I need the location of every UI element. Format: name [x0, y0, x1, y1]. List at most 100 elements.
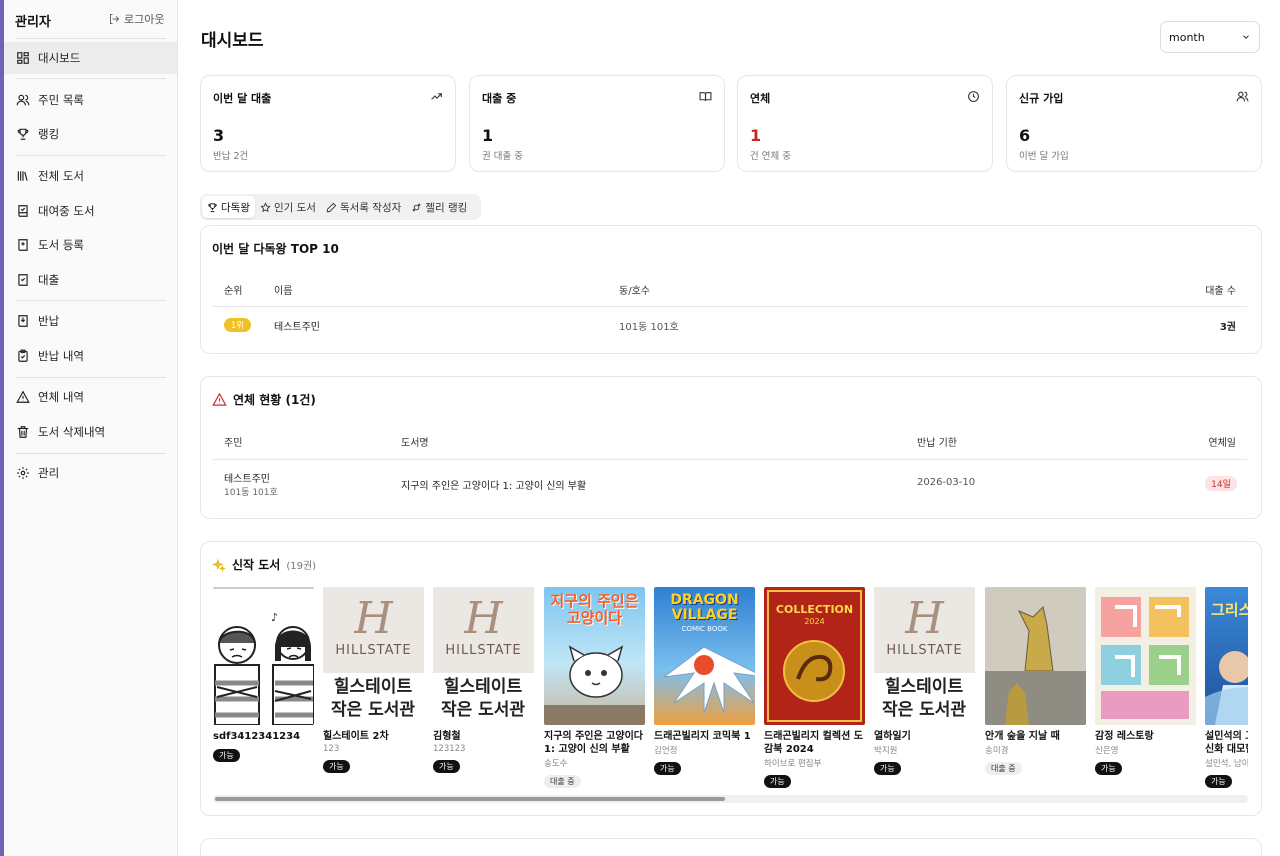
availability-badge: 가능 — [874, 762, 901, 775]
availability-badge: 가능 — [323, 760, 350, 773]
sidebar-item-return[interactable]: 반납 — [4, 305, 177, 337]
sidebar-item-label: 대시보드 — [38, 51, 81, 65]
book-carousel: ♪ sdf3412341234 가능 H HILLSTATE 힐스테이트 작은 도… — [213, 587, 1248, 802]
sidebar-item-label: 주민 목록 — [38, 93, 84, 107]
mythology-illustration — [1205, 651, 1248, 725]
column-header-days: 연체일 — [1208, 438, 1236, 449]
pencil-icon — [326, 202, 337, 212]
sidebar-item-label: 관리 — [38, 466, 60, 480]
stat-card-on-loan: 대출 중 1 권 대출 중 — [469, 75, 725, 172]
column-header-unit: 동/호수 — [619, 286, 650, 297]
book-check-icon — [18, 274, 28, 286]
logout-button[interactable]: 로그아웃 — [108, 11, 164, 27]
book-card[interactable]: 그리스 설민석의 그리스 로마 신화 대모험 설민석, 남이 가능 — [1205, 587, 1248, 788]
book-card[interactable]: ♪ sdf3412341234 가능 — [213, 587, 315, 762]
banner-line: 작은 도서관 — [881, 700, 967, 720]
sidebar-item-label: 도서 삭제내역 — [38, 425, 106, 439]
book-card[interactable]: H HILLSTATE 힐스테이트 작은 도서관 김형철 123123 가능 — [433, 587, 535, 773]
sidebar-item-label: 랭킹 — [38, 127, 60, 141]
ranking-tabs: 다독왕 인기 도서 독서록 작성자 젤리 랭킹 — [200, 194, 481, 220]
divider — [16, 453, 166, 454]
trending-up-icon — [431, 93, 442, 100]
hillstate-cover: H HILLSTATE 힐스테이트 작은 도서관 — [323, 587, 424, 725]
tab-label: 인기 도서 — [273, 201, 316, 214]
sidebar-item-overdue-history[interactable]: 연체 내역 — [4, 381, 177, 413]
book-cover: H HILLSTATE 힐스테이트 작은 도서관 — [874, 587, 975, 725]
top-readers-title: 이번 달 다독왕 TOP 10 — [212, 240, 339, 257]
app-window: 관리자 로그아웃 대시보드 주민 목록 랭킹 전체 도서 대여중 도서 도서 등… — [0, 0, 1280, 856]
carousel-scrollbar[interactable] — [213, 795, 1248, 803]
sidebar-item-borrowed-books[interactable]: 대여중 도서 — [4, 195, 177, 227]
book-card[interactable]: COLLECTION 2024 드래곤빌리지 컬렉션 도감북 2024 하이브로… — [764, 587, 866, 788]
top-readers-card: 이번 달 다독왕 TOP 10 순위 이름 동/호수 대출 수 1위 테스트주민… — [200, 225, 1262, 354]
book-card[interactable]: H HILLSTATE 힐스테이트 작은 도서관 열하일기 박지원 가능 — [874, 587, 976, 775]
period-select[interactable]: month — [1160, 21, 1260, 53]
scrollbar-thumb[interactable] — [215, 797, 725, 801]
book-card[interactable]: 감정 레스토랑 신은영 가능 — [1095, 587, 1197, 775]
book-title: 설민석의 그리스 로마 신화 대모험 — [1205, 731, 1248, 755]
clipboard-check-icon — [18, 349, 28, 362]
new-books-title: 신작 도서 (19권) — [212, 556, 316, 573]
book-title: 힐스테이트 2차 — [323, 731, 389, 742]
book-card[interactable]: DRAGON VILLAGE COMIC BOOK 드래곤빌리지 코믹북 1 김… — [654, 587, 756, 775]
book-author: 123123 — [433, 744, 466, 754]
stat-subtext: 권 대출 중 — [482, 151, 523, 162]
sidebar-item-ranking[interactable]: 랭킹 — [4, 118, 177, 150]
sparkles-icon — [212, 558, 226, 572]
alert-triangle-icon — [16, 390, 30, 403]
hillstate-logo: H — [905, 593, 944, 644]
divider — [16, 377, 166, 378]
sidebar-title: 관리자 — [15, 15, 51, 30]
sidebar-item-loan[interactable]: 대출 — [4, 264, 177, 296]
book-author: 박지원 — [874, 746, 898, 756]
book-card[interactable]: 지구의 주인은 고양이다 지구의 주인은 고양이다 1: 고양이 신의 부활 송… — [544, 587, 646, 788]
book-down-icon — [18, 315, 28, 327]
column-header-rank: 순위 — [224, 286, 243, 297]
sidebar-item-settings[interactable]: 관리 — [4, 457, 177, 489]
sidebar-item-all-books[interactable]: 전체 도서 — [4, 160, 177, 192]
tab-jelly-ranking[interactable]: 젤리 랭킹 — [406, 196, 472, 218]
stat-label: 신규 가입 — [1019, 92, 1064, 105]
sidebar: 관리자 로그아웃 대시보드 주민 목록 랭킹 전체 도서 대여중 도서 도서 등… — [4, 0, 178, 856]
tab-review-writers[interactable]: 독서록 작성자 — [321, 196, 406, 218]
trophy-icon — [17, 128, 29, 140]
book-title: 드래곤빌리지 코믹북 1 — [654, 731, 751, 742]
overdue-book-title: 지구의 주인은 고양이다 1: 고양이 신의 부활 — [401, 481, 587, 492]
column-header-book: 도서명 — [401, 438, 429, 449]
hillstate-name: HILLSTATE — [335, 643, 412, 658]
tab-popular-books[interactable]: 인기 도서 — [255, 196, 321, 218]
reader-unit: 101동 101호 — [619, 322, 679, 333]
book-card[interactable]: 안개 숲을 지날 때 송미경 대출 중 — [985, 587, 1087, 775]
overdue-due-date: 2026-03-10 — [917, 477, 976, 488]
sidebar-item-register-book[interactable]: 도서 등록 — [4, 229, 177, 261]
maze-illustration — [1101, 597, 1189, 719]
next-section-card — [200, 838, 1262, 856]
sidebar-item-return-history[interactable]: 반납 내역 — [4, 340, 177, 372]
sidebar-item-deleted-books[interactable]: 도서 삭제내역 — [4, 416, 177, 448]
sidebar-item-label: 반납 — [38, 314, 60, 328]
book-cover — [1095, 587, 1196, 725]
tab-top-readers[interactable]: 다독왕 — [202, 196, 255, 218]
candy-icon — [412, 203, 421, 211]
stat-label: 대출 중 — [482, 92, 517, 105]
availability-badge: 대출 중 — [544, 775, 581, 788]
column-header-count: 대출 수 — [1205, 286, 1236, 297]
chevron-down-icon — [1243, 35, 1249, 39]
book-title: 지구의 주인은 고양이다 1: 고양이 신의 부활 — [544, 731, 643, 755]
book-author: 하이브로 편집부 — [764, 759, 822, 769]
book-author: 송도수 — [544, 759, 568, 769]
star-icon — [260, 201, 271, 212]
sidebar-item-residents[interactable]: 주민 목록 — [4, 84, 177, 116]
stat-value: 3 — [213, 126, 225, 145]
sidebar-item-dashboard[interactable]: 대시보드 — [4, 42, 177, 74]
stat-card-monthly-loans: 이번 달 대출 3 반납 2건 — [200, 75, 456, 172]
hillstate-logo: H — [354, 593, 393, 644]
book-title: 열하일기 — [874, 731, 911, 742]
availability-badge: 가능 — [213, 749, 240, 762]
banner-line: 힐스테이트 — [443, 677, 523, 697]
book-card[interactable]: H HILLSTATE 힐스테이트 작은 도서관 힐스테이트 2차 123 가능 — [323, 587, 425, 773]
reader-loan-count: 3권 — [1219, 322, 1236, 333]
book-author: 송미경 — [985, 746, 1009, 756]
book-cover: COLLECTION 2024 — [764, 587, 865, 725]
users-icon — [1236, 91, 1249, 102]
